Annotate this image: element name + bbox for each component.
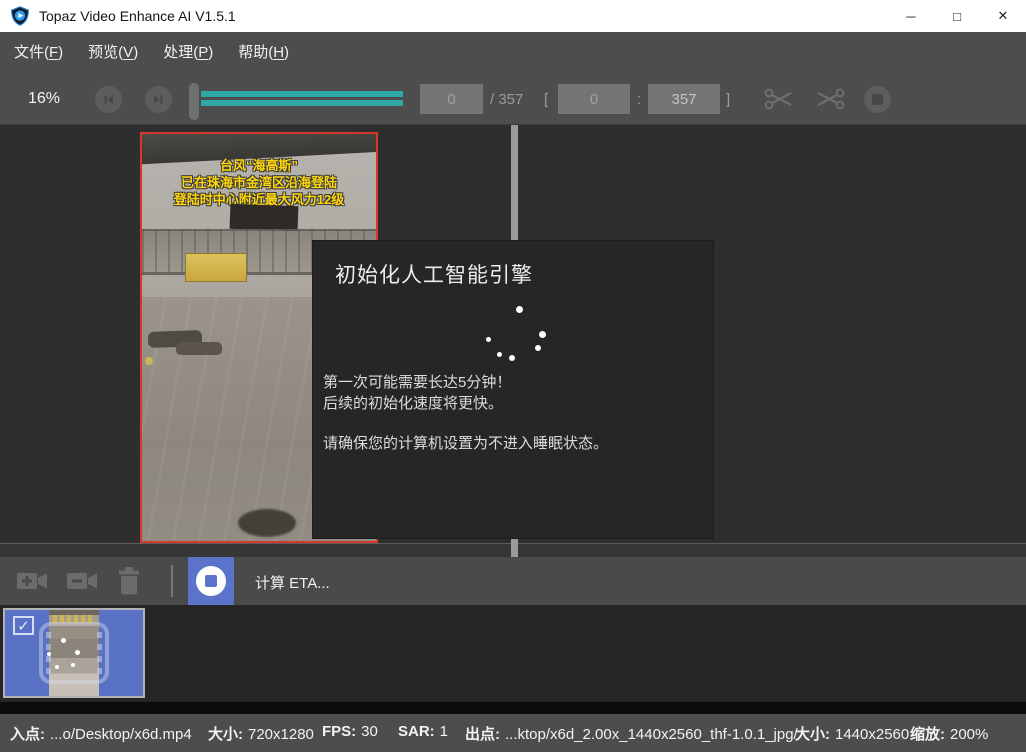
spinner-dot <box>509 355 515 361</box>
menu-process[interactable]: 处理(P) <box>163 41 213 62</box>
status-zoom: 缩放:200% <box>910 723 988 744</box>
status-in-path: 入点:...o/Desktop/x6d.mp4 <box>10 723 192 744</box>
spinner-dot <box>535 345 541 351</box>
status-sar: SAR:1 <box>398 723 448 740</box>
toolbar-divider <box>171 565 173 597</box>
stop-processing-button[interactable] <box>188 557 234 605</box>
zoom-percent-label: 16% <box>28 90 60 108</box>
thumb-spinner-dot <box>71 663 75 667</box>
preview-canvas: 台风“海高斯” 已在珠海市金湾区沿海登陆 登陆时中心附近最大风力12级 珠海白藤… <box>0 125 1026 557</box>
range-colon: : <box>637 91 641 108</box>
spinner-dot <box>539 331 546 338</box>
video-headline-text: 台风“海高斯” 已在珠海市金湾区沿海登陆 登陆时中心附近最大风力12级 <box>142 157 376 208</box>
delete-trash-icon[interactable] <box>116 567 142 595</box>
menu-file[interactable]: 文件(F) <box>14 41 63 62</box>
minimize-button[interactable]: ─ <box>888 0 934 32</box>
thumbnail-strip: ✓ <box>0 605 1026 702</box>
dialog-message-1: 第一次可能需要长达5分钟！ 后续的初始化速度将更快。 <box>323 372 511 414</box>
range-close-bracket: ] <box>726 91 730 108</box>
ai-init-dialog: 初始化人工智能引擎 第一次可能需要长达5分钟！ 后续的初始化速度将更快。 请确保… <box>313 241 713 538</box>
hazard-light-shape <box>145 357 153 365</box>
maximize-button[interactable]: □ <box>934 0 980 32</box>
stop-playback-button[interactable] <box>864 86 891 113</box>
menu-help[interactable]: 帮助(H) <box>238 41 289 62</box>
remove-video-icon[interactable] <box>66 569 99 593</box>
thumb-spinner-dot <box>55 665 59 669</box>
dialog-message-2: 请确保您的计算机设置为不进入睡眠状态。 <box>323 433 608 454</box>
thumbnail-checkbox[interactable]: ✓ <box>13 616 34 635</box>
skip-start-icon <box>100 91 117 108</box>
total-frames-label: / 357 <box>490 91 523 108</box>
timeline-progress-top <box>201 91 403 97</box>
yellow-sign-shape <box>185 253 247 282</box>
skip-to-end-button[interactable] <box>145 86 172 113</box>
spinner-dot <box>497 352 502 357</box>
trim-end-input[interactable] <box>648 84 720 114</box>
eta-label: 计算 ETA... <box>255 572 330 593</box>
timeline-progress-bottom <box>201 100 403 106</box>
trim-out-scissors-icon[interactable] <box>814 86 845 112</box>
process-toolbar: 计算 ETA... <box>0 557 1026 605</box>
car-shape <box>176 342 222 355</box>
add-video-icon[interactable] <box>16 569 49 593</box>
status-fps: FPS:30 <box>322 723 378 740</box>
menu-preview[interactable]: 预览(V) <box>88 41 138 62</box>
dialog-title: 初始化人工智能引擎 <box>335 259 533 289</box>
status-out-size: 大小:1440x2560 <box>795 723 909 744</box>
title-bar: Topaz Video Enhance AI V1.5.1 ─ □ ✕ <box>0 0 1026 32</box>
stop-icon <box>872 94 883 105</box>
range-open-bracket: [ <box>544 91 548 108</box>
window-controls: ─ □ ✕ <box>888 0 1026 32</box>
trim-in-scissors-icon[interactable] <box>764 86 795 112</box>
thumb-spinner-dot <box>61 638 66 643</box>
window-title: Topaz Video Enhance AI V1.5.1 <box>39 8 236 24</box>
current-frame-input[interactable] <box>420 84 483 114</box>
timeline-slider-handle[interactable] <box>189 83 199 120</box>
menu-bar: 文件(F) 预览(V) 处理(P) 帮助(H) <box>0 32 1026 70</box>
status-bar: 入点:...o/Desktop/x6d.mp4 大小:720x1280 FPS:… <box>0 714 1026 752</box>
app-logo-icon <box>10 6 30 26</box>
skip-end-icon <box>150 91 167 108</box>
debris-shape <box>238 509 296 537</box>
hanging-sign-shape <box>230 204 299 231</box>
status-in-size: 大小:720x1280 <box>208 723 314 744</box>
skip-to-start-button[interactable] <box>95 86 122 113</box>
stop-processing-icon <box>196 566 226 596</box>
spinner-dot <box>516 306 523 313</box>
app-window: Topaz Video Enhance AI V1.5.1 ─ □ ✕ 文件(F… <box>0 0 1026 752</box>
thumb-spinner-dot <box>75 650 80 655</box>
playback-toolbar: 16% / 357 [ : ] <box>0 70 1026 125</box>
video-thumbnail-tile[interactable]: ✓ <box>3 608 145 698</box>
spinner-dot <box>486 337 491 342</box>
close-button[interactable]: ✕ <box>980 0 1026 32</box>
thumb-spinner-dot <box>47 652 51 656</box>
strip-gap <box>0 702 1026 714</box>
status-out-path: 出点:...ktop/x6d_2.00x_1440x2560_thf-1.0.1… <box>465 723 798 744</box>
trim-start-input[interactable] <box>558 84 630 114</box>
film-sprocket-right <box>97 632 102 676</box>
